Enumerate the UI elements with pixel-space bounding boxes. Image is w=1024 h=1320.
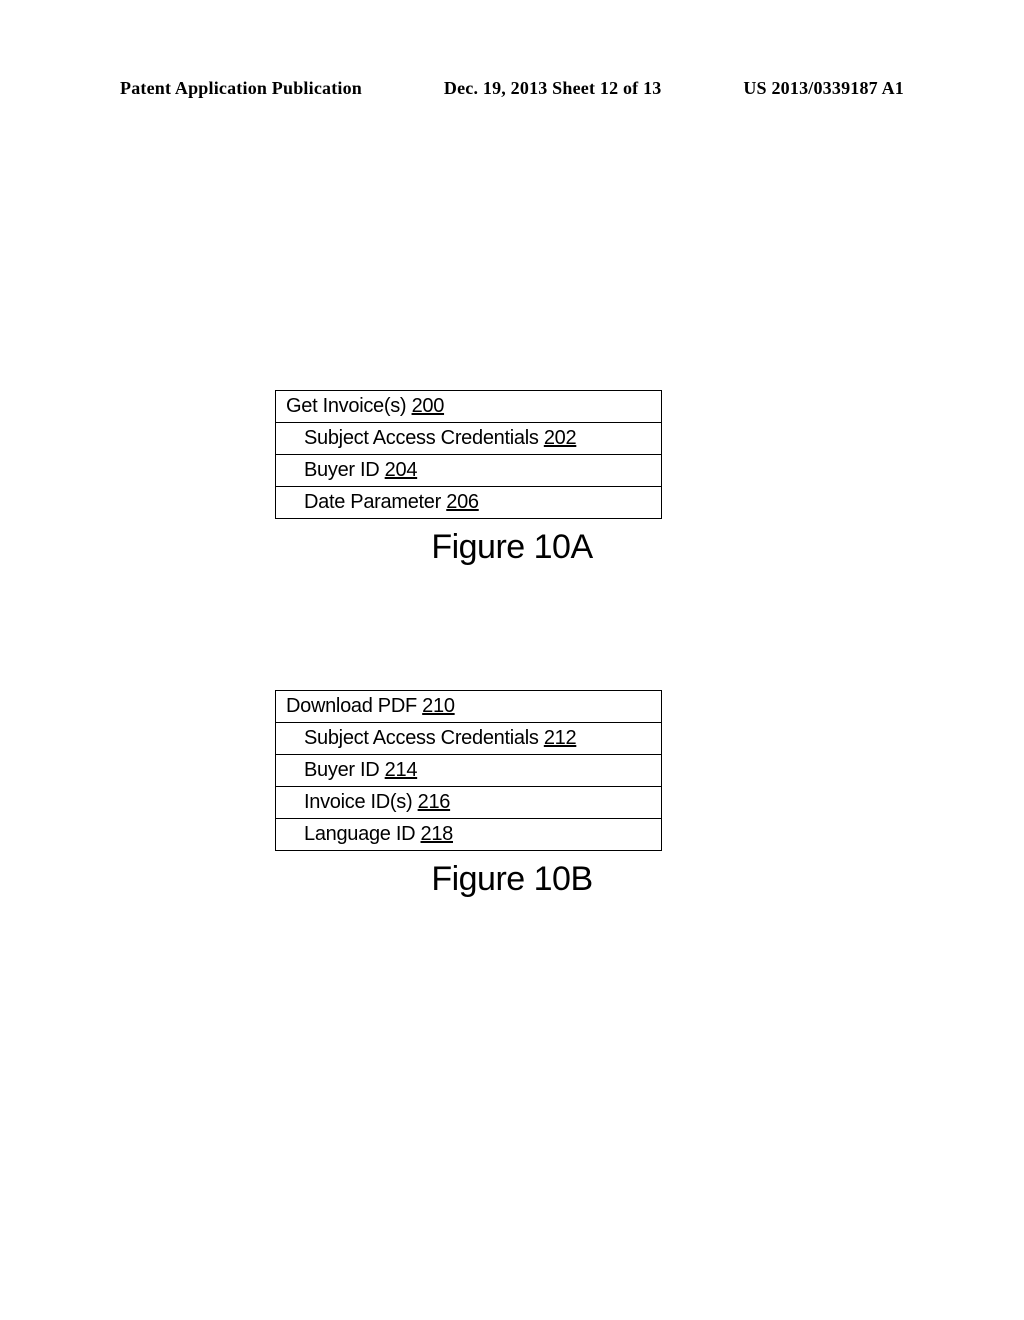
box-field-row: Buyer ID 214 bbox=[276, 755, 661, 787]
date-sheet-info: Dec. 19, 2013 Sheet 12 of 13 bbox=[444, 78, 662, 99]
field-label: Subject Access Credentials bbox=[304, 727, 539, 749]
publication-number: US 2013/0339187 A1 bbox=[743, 78, 904, 99]
figure-caption-10b: Figure 10B bbox=[0, 860, 1024, 899]
box-field-row: Date Parameter 206 bbox=[276, 487, 661, 518]
reference-number: 204 bbox=[385, 459, 417, 481]
reference-number: 218 bbox=[421, 823, 453, 845]
box-title-text: Download PDF bbox=[286, 695, 417, 717]
box-title-row: Download PDF 210 bbox=[276, 691, 661, 723]
reference-number: 200 bbox=[412, 395, 444, 417]
reference-number: 216 bbox=[418, 791, 450, 813]
box-field-row: Subject Access Credentials 212 bbox=[276, 723, 661, 755]
figure-caption-10a: Figure 10A bbox=[0, 528, 1024, 567]
box-field-row: Invoice ID(s) 216 bbox=[276, 787, 661, 819]
field-label: Invoice ID(s) bbox=[304, 791, 412, 813]
reference-number: 212 bbox=[544, 727, 576, 749]
reference-number: 206 bbox=[446, 491, 478, 513]
box-field-row: Subject Access Credentials 202 bbox=[276, 423, 661, 455]
figure-10b-box: Download PDF 210 Subject Access Credenti… bbox=[275, 690, 662, 851]
box-field-row: Language ID 218 bbox=[276, 819, 661, 850]
reference-number: 202 bbox=[544, 427, 576, 449]
figure-10a-box: Get Invoice(s) 200 Subject Access Creden… bbox=[275, 390, 662, 519]
publication-title: Patent Application Publication bbox=[120, 78, 362, 99]
field-label: Date Parameter bbox=[304, 491, 441, 513]
reference-number: 210 bbox=[422, 695, 454, 717]
reference-number: 214 bbox=[385, 759, 417, 781]
field-label: Subject Access Credentials bbox=[304, 427, 539, 449]
box-title-row: Get Invoice(s) 200 bbox=[276, 391, 661, 423]
box-field-row: Buyer ID 204 bbox=[276, 455, 661, 487]
field-label: Buyer ID bbox=[304, 759, 379, 781]
box-title-text: Get Invoice(s) bbox=[286, 395, 406, 417]
field-label: Buyer ID bbox=[304, 459, 379, 481]
page-header: Patent Application Publication Dec. 19, … bbox=[120, 78, 904, 99]
field-label: Language ID bbox=[304, 823, 415, 845]
